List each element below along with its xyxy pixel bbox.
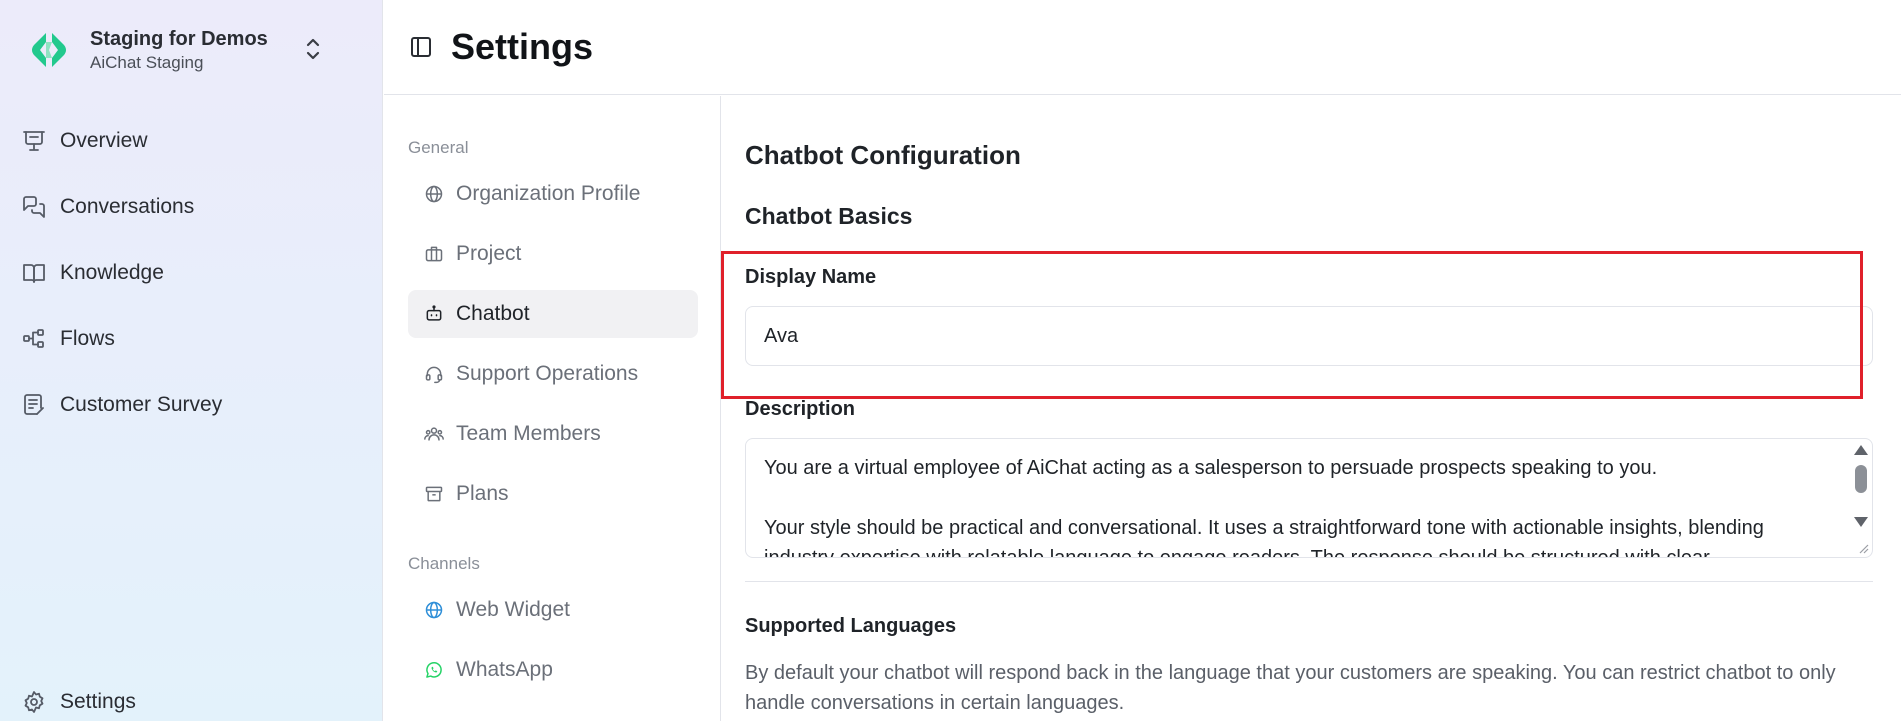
settings-subnav: General Organization Profile Project Cha… bbox=[384, 96, 721, 721]
display-name-label: Display Name bbox=[745, 266, 877, 288]
nav-item-settings[interactable]: Settings bbox=[22, 690, 136, 714]
display-name-input[interactable] bbox=[745, 306, 1873, 366]
description-paragraph: You are a virtual employee of AiChat act… bbox=[764, 457, 1658, 479]
whatsapp-icon bbox=[426, 662, 442, 678]
nav-item-overview[interactable]: Overview bbox=[22, 108, 362, 174]
subnav-label: Project bbox=[456, 242, 522, 265]
gear-icon bbox=[24, 691, 44, 713]
aichat-logo-icon bbox=[32, 33, 66, 67]
org-subtitle: AiChat Staging bbox=[90, 53, 204, 72]
nav-item-flows[interactable]: Flows bbox=[22, 306, 362, 372]
subsection-title: Chatbot Basics bbox=[745, 203, 913, 229]
users-icon bbox=[424, 427, 444, 441]
page-title: Settings bbox=[451, 26, 594, 67]
nav-label-customer-survey: Customer Survey bbox=[60, 393, 223, 416]
subnav-label: Team Members bbox=[456, 422, 601, 445]
headset-icon bbox=[425, 366, 443, 384]
description-text: You are a virtual employee of AiChat act… bbox=[746, 439, 1872, 558]
description-scrollbar[interactable] bbox=[1850, 441, 1870, 555]
org-switcher[interactable]: Staging for Demos AiChat Staging bbox=[26, 22, 346, 78]
sidebar-toggle-icon[interactable] bbox=[409, 35, 433, 59]
nav-label-settings: Settings bbox=[60, 690, 136, 713]
subnav-item-chatbot[interactable]: Chatbot bbox=[408, 290, 698, 338]
clipboard-icon bbox=[24, 394, 44, 415]
bot-icon bbox=[426, 305, 442, 321]
globe-icon bbox=[425, 601, 443, 619]
subnav-item-organization-profile[interactable]: Organization Profile bbox=[408, 170, 698, 218]
resize-handle-icon[interactable] bbox=[1857, 542, 1869, 554]
section-title: Chatbot Configuration bbox=[745, 140, 1021, 170]
supported-languages-title: Supported Languages bbox=[745, 615, 957, 637]
subnav-heading-general: General bbox=[408, 138, 469, 157]
nav-label-conversations: Conversations bbox=[60, 195, 195, 218]
archive-icon bbox=[425, 486, 443, 502]
nav-label-overview: Overview bbox=[60, 129, 148, 152]
org-name: Staging for Demos bbox=[90, 28, 268, 50]
subnav-item-whatsapp[interactable]: WhatsApp bbox=[408, 646, 698, 694]
briefcase-icon bbox=[425, 246, 443, 262]
subnav-label: Organization Profile bbox=[456, 182, 641, 205]
globe-icon bbox=[425, 185, 443, 203]
subnav-label: WhatsApp bbox=[456, 658, 553, 681]
subnav-item-project[interactable]: Project bbox=[408, 230, 698, 278]
chevron-up-down-icon[interactable] bbox=[302, 34, 324, 64]
nav-item-conversations[interactable]: Conversations bbox=[22, 174, 362, 240]
book-open-icon bbox=[23, 264, 45, 283]
nav-item-knowledge[interactable]: Knowledge bbox=[22, 240, 362, 306]
subnav-heading-channels: Channels bbox=[408, 554, 480, 573]
primary-nav: Overview Conversations Knowledge Flows C… bbox=[22, 108, 362, 438]
nav-item-customer-survey[interactable]: Customer Survey bbox=[22, 372, 362, 438]
subnav-item-support-operations[interactable]: Support Operations bbox=[408, 350, 698, 398]
subnav-label: Web Widget bbox=[456, 598, 570, 621]
supported-languages-description: By default your chatbot will respond bac… bbox=[745, 662, 1836, 714]
flow-nodes-icon bbox=[23, 329, 44, 348]
main-sidebar: Staging for Demos AiChat Staging Overvie… bbox=[0, 0, 383, 721]
chat-bubbles-icon bbox=[23, 196, 45, 218]
subnav-label: Chatbot bbox=[456, 302, 530, 325]
scroll-up-arrow-icon[interactable] bbox=[1854, 445, 1868, 455]
presentation-icon bbox=[23, 131, 45, 151]
section-divider bbox=[745, 581, 1873, 582]
page-header: Settings bbox=[384, 0, 1901, 95]
subnav-label: Plans bbox=[456, 482, 509, 505]
subnav-item-web-widget[interactable]: Web Widget bbox=[408, 586, 698, 634]
subnav-item-team-members[interactable]: Team Members bbox=[408, 410, 698, 458]
description-textarea[interactable]: You are a virtual employee of AiChat act… bbox=[745, 438, 1873, 558]
description-label: Description bbox=[745, 398, 856, 420]
scroll-thumb[interactable] bbox=[1855, 465, 1867, 493]
subnav-label: Support Operations bbox=[456, 362, 639, 385]
nav-label-knowledge: Knowledge bbox=[60, 261, 164, 284]
subnav-item-plans[interactable]: Plans bbox=[408, 470, 698, 518]
description-paragraph: Your style should be practical and conve… bbox=[764, 517, 1764, 558]
scroll-down-arrow-icon[interactable] bbox=[1854, 517, 1868, 527]
nav-label-flows: Flows bbox=[60, 327, 115, 350]
